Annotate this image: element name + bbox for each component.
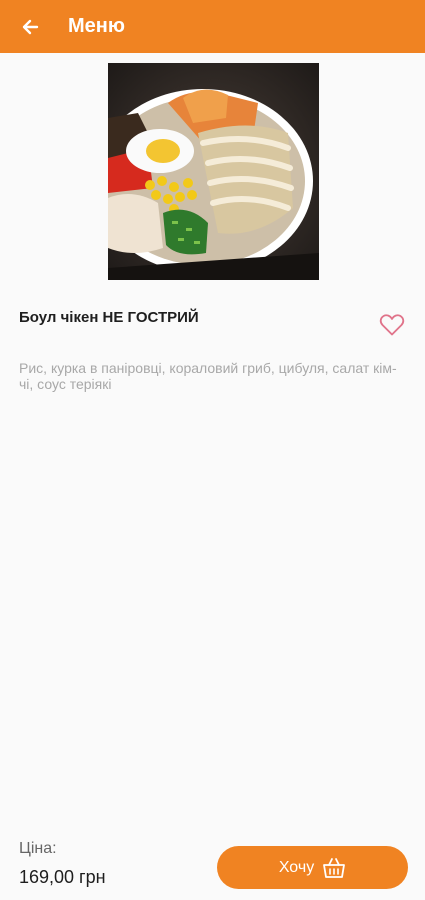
basket-icon: [323, 857, 346, 878]
heart-outline-icon: [379, 314, 405, 336]
product-name: Боул чікен НЕ ГОСТРИЙ: [19, 309, 199, 326]
arrow-left-icon: [22, 19, 39, 34]
product-description: Рис, курка в паніровці, кораловий гриб, …: [19, 360, 397, 392]
favorite-button[interactable]: [376, 310, 408, 340]
back-button[interactable]: [0, 0, 60, 53]
page-title: Меню: [68, 15, 125, 37]
price-value: 169,00 грн: [19, 867, 106, 887]
app-bar: Меню: [0, 0, 425, 53]
product-image: [108, 63, 319, 280]
price-label: Ціна:: [19, 840, 57, 857]
want-button[interactable]: Хочу: [217, 846, 408, 889]
want-button-label: Хочу: [278, 858, 315, 876]
